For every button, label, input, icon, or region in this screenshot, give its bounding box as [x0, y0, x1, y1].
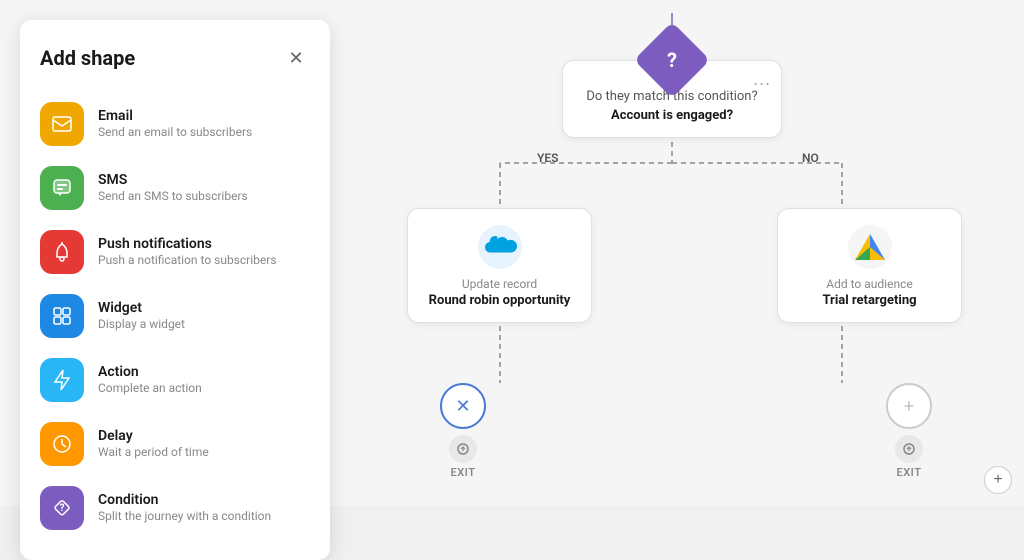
condition-name: Condition — [98, 491, 271, 509]
yes-label: YES — [537, 151, 558, 165]
action-desc: Complete an action — [98, 381, 202, 397]
no-label: NO — [802, 151, 819, 165]
push-icon — [40, 230, 84, 274]
push-desc: Push a notification to subscribers — [98, 253, 277, 269]
condition-text: Condition Split the journey with a condi… — [98, 491, 271, 525]
right-exit-badge: EXIT — [895, 435, 923, 479]
google-ads-icon — [848, 225, 892, 269]
right-card-title: Trial retargeting — [794, 293, 945, 308]
condition-node: ? ... Do they match this condition? Acco… — [562, 33, 782, 138]
exit-icon-left — [449, 435, 477, 463]
flow-area: YES NO ? ... Do they match this conditio… — [320, 0, 1024, 506]
condition-desc: Split the journey with a condition — [98, 509, 271, 525]
exit-icon-right — [895, 435, 923, 463]
right-exit-label: EXIT — [897, 466, 922, 479]
canvas: Add shape ✕ Email Send an email to subsc… — [0, 0, 1024, 506]
condition-answer: Account is engaged? — [583, 108, 761, 123]
widget-text: Widget Display a widget — [98, 299, 185, 333]
right-exit-node: + EXIT — [886, 383, 932, 479]
action-text: Action Complete an action — [98, 363, 202, 397]
email-text: Email Send an email to subscribers — [98, 107, 252, 141]
sidebar-item-delay[interactable]: Delay Wait a period of time — [40, 412, 310, 476]
left-action-card[interactable]: Update record Round robin opportunity — [407, 208, 592, 323]
sidebar-item-email[interactable]: Email Send an email to subscribers — [40, 92, 310, 156]
sidebar-title: Add shape — [40, 46, 135, 70]
email-desc: Send an email to subscribers — [98, 125, 252, 141]
push-name: Push notifications — [98, 235, 277, 253]
sidebar-item-action[interactable]: Action Complete an action — [40, 348, 310, 412]
salesforce-icon — [478, 225, 522, 269]
delay-desc: Wait a period of time — [98, 445, 209, 461]
corner-add-button[interactable]: + — [984, 466, 1012, 494]
sidebar-item-widget[interactable]: Widget Display a widget — [40, 284, 310, 348]
exit-x-button[interactable]: ✕ — [440, 383, 486, 429]
diamond-icon: ? — [667, 48, 677, 72]
sidebar-item-sms[interactable]: SMS Send an SMS to subscribers — [40, 156, 310, 220]
close-button[interactable]: ✕ — [282, 44, 310, 72]
widget-name: Widget — [98, 299, 185, 317]
left-exit-badge: EXIT — [449, 435, 477, 479]
svg-text:?: ? — [60, 503, 65, 514]
delay-name: Delay — [98, 427, 209, 445]
delay-icon — [40, 422, 84, 466]
left-exit-label: EXIT — [451, 466, 476, 479]
push-text: Push notifications Push a notification t… — [98, 235, 277, 269]
email-icon — [40, 102, 84, 146]
right-action-node[interactable]: Add to audience Trial retargeting — [777, 208, 962, 323]
left-card-sub: Update record — [424, 277, 575, 291]
action-icon — [40, 358, 84, 402]
email-name: Email — [98, 107, 252, 125]
widget-desc: Display a widget — [98, 317, 185, 333]
sms-name: SMS — [98, 171, 248, 189]
more-button[interactable]: ... — [753, 69, 771, 90]
shape-items-list: Email Send an email to subscribers SMS S… — [40, 92, 310, 540]
sidebar-header: Add shape ✕ — [40, 44, 310, 72]
left-action-node[interactable]: Update record Round robin opportunity — [407, 208, 592, 323]
sidebar: Add shape ✕ Email Send an email to subsc… — [20, 20, 330, 560]
widget-icon — [40, 294, 84, 338]
delay-text: Delay Wait a period of time — [98, 427, 209, 461]
sms-desc: Send an SMS to subscribers — [98, 189, 248, 205]
sidebar-item-condition[interactable]: ? Condition Split the journey with a con… — [40, 476, 310, 540]
sms-text: SMS Send an SMS to subscribers — [98, 171, 248, 205]
condition-icon: ? — [40, 486, 84, 530]
left-card-title: Round robin opportunity — [424, 293, 575, 308]
right-action-card[interactable]: Add to audience Trial retargeting — [777, 208, 962, 323]
exit-plus-button[interactable]: + — [886, 383, 932, 429]
flow-wrapper: YES NO ? ... Do they match this conditio… — [352, 13, 992, 493]
left-exit-node: ✕ EXIT — [440, 383, 486, 479]
sms-icon — [40, 166, 84, 210]
right-card-sub: Add to audience — [794, 277, 945, 291]
action-name: Action — [98, 363, 202, 381]
sidebar-item-push[interactable]: Push notifications Push a notification t… — [40, 220, 310, 284]
